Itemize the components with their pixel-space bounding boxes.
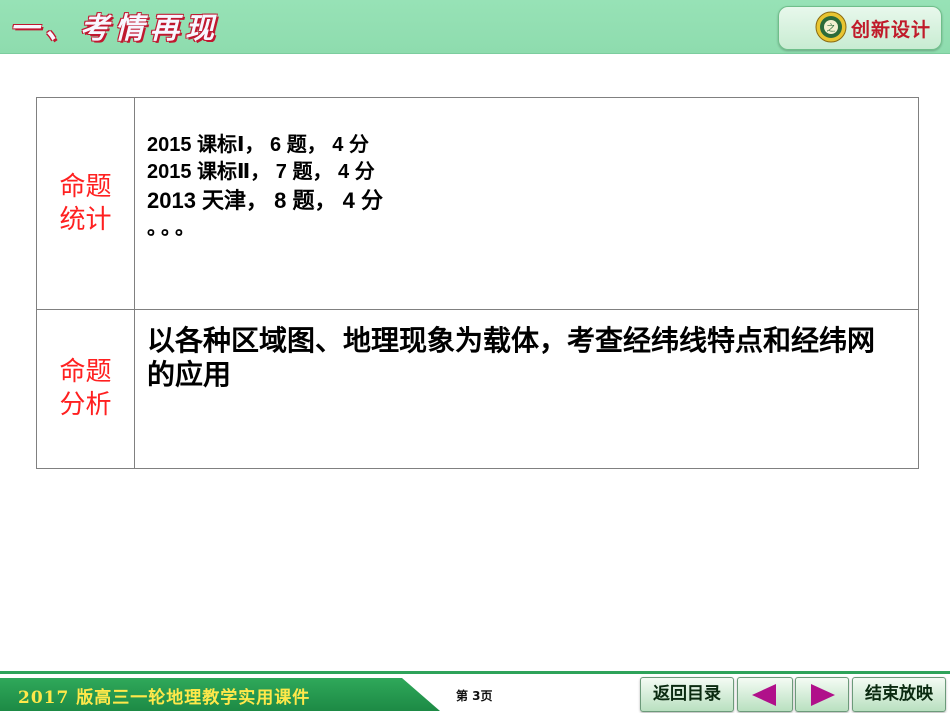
footer-divider	[0, 671, 950, 674]
stat-line: 2015 课标Ⅰ， 6 题， 4 分	[147, 134, 369, 156]
stat-line: 2015 课标Ⅱ， 7 题， 4 分	[147, 161, 375, 183]
section-title: 一、考情再现	[10, 11, 221, 45]
stat-line: 2013 天津， 8 题， 4 分	[147, 188, 383, 213]
row-label-line: 命题	[59, 357, 112, 387]
table-row: 命题 分析 以各种区域图、地理现象为载体，考查经纬线特点和经纬网的应用	[36, 309, 919, 469]
footer-bar: 2017 版高三一轮地理教学实用课件 第 3页 返回目录 结束放映	[0, 668, 950, 713]
logo-seal-icon: 之	[815, 11, 847, 43]
stat-ellipsis: 。。。	[147, 217, 199, 239]
row-label-line: 分析	[59, 390, 112, 420]
row-label-line: 统计	[59, 204, 112, 235]
row-label-statistics: 命题 统计	[36, 97, 135, 310]
back-to-contents-button[interactable]: 返回目录	[640, 677, 734, 712]
left-triangle-arrow-icon	[752, 684, 776, 706]
logo-text: 创新设计	[851, 19, 932, 41]
row-label-line: 命题	[59, 171, 112, 202]
analysis-cell: 以各种区域图、地理现象为载体，考查经纬线特点和经纬网的应用	[134, 309, 919, 469]
row-label-analysis: 命题 分析	[36, 309, 135, 469]
previous-slide-button[interactable]	[737, 677, 793, 712]
course-title: 2017 版高三一轮地理教学实用课件	[18, 688, 311, 708]
slide: 一、考情再现 之 创新设计 命题 统计 2015 课标Ⅰ， 6 题， 4 分 2…	[0, 0, 950, 713]
exam-info-table: 命题 统计 2015 课标Ⅰ， 6 题， 4 分 2015 课标Ⅱ， 7 题， …	[36, 97, 919, 469]
statistics-cell: 2015 课标Ⅰ， 6 题， 4 分 2015 课标Ⅱ， 7 题， 4 分 20…	[134, 97, 919, 310]
svg-text:之: 之	[826, 22, 835, 34]
page-number: 第 3页	[456, 689, 493, 703]
logo-badge: 之 创新设计	[778, 6, 942, 50]
right-triangle-arrow-icon	[811, 684, 835, 706]
table-row: 命题 统计 2015 课标Ⅰ， 6 题， 4 分 2015 课标Ⅱ， 7 题， …	[36, 97, 919, 310]
end-show-button[interactable]: 结束放映	[852, 677, 946, 712]
header-bar: 一、考情再现 之 创新设计	[0, 0, 950, 54]
next-slide-button[interactable]	[795, 677, 849, 712]
